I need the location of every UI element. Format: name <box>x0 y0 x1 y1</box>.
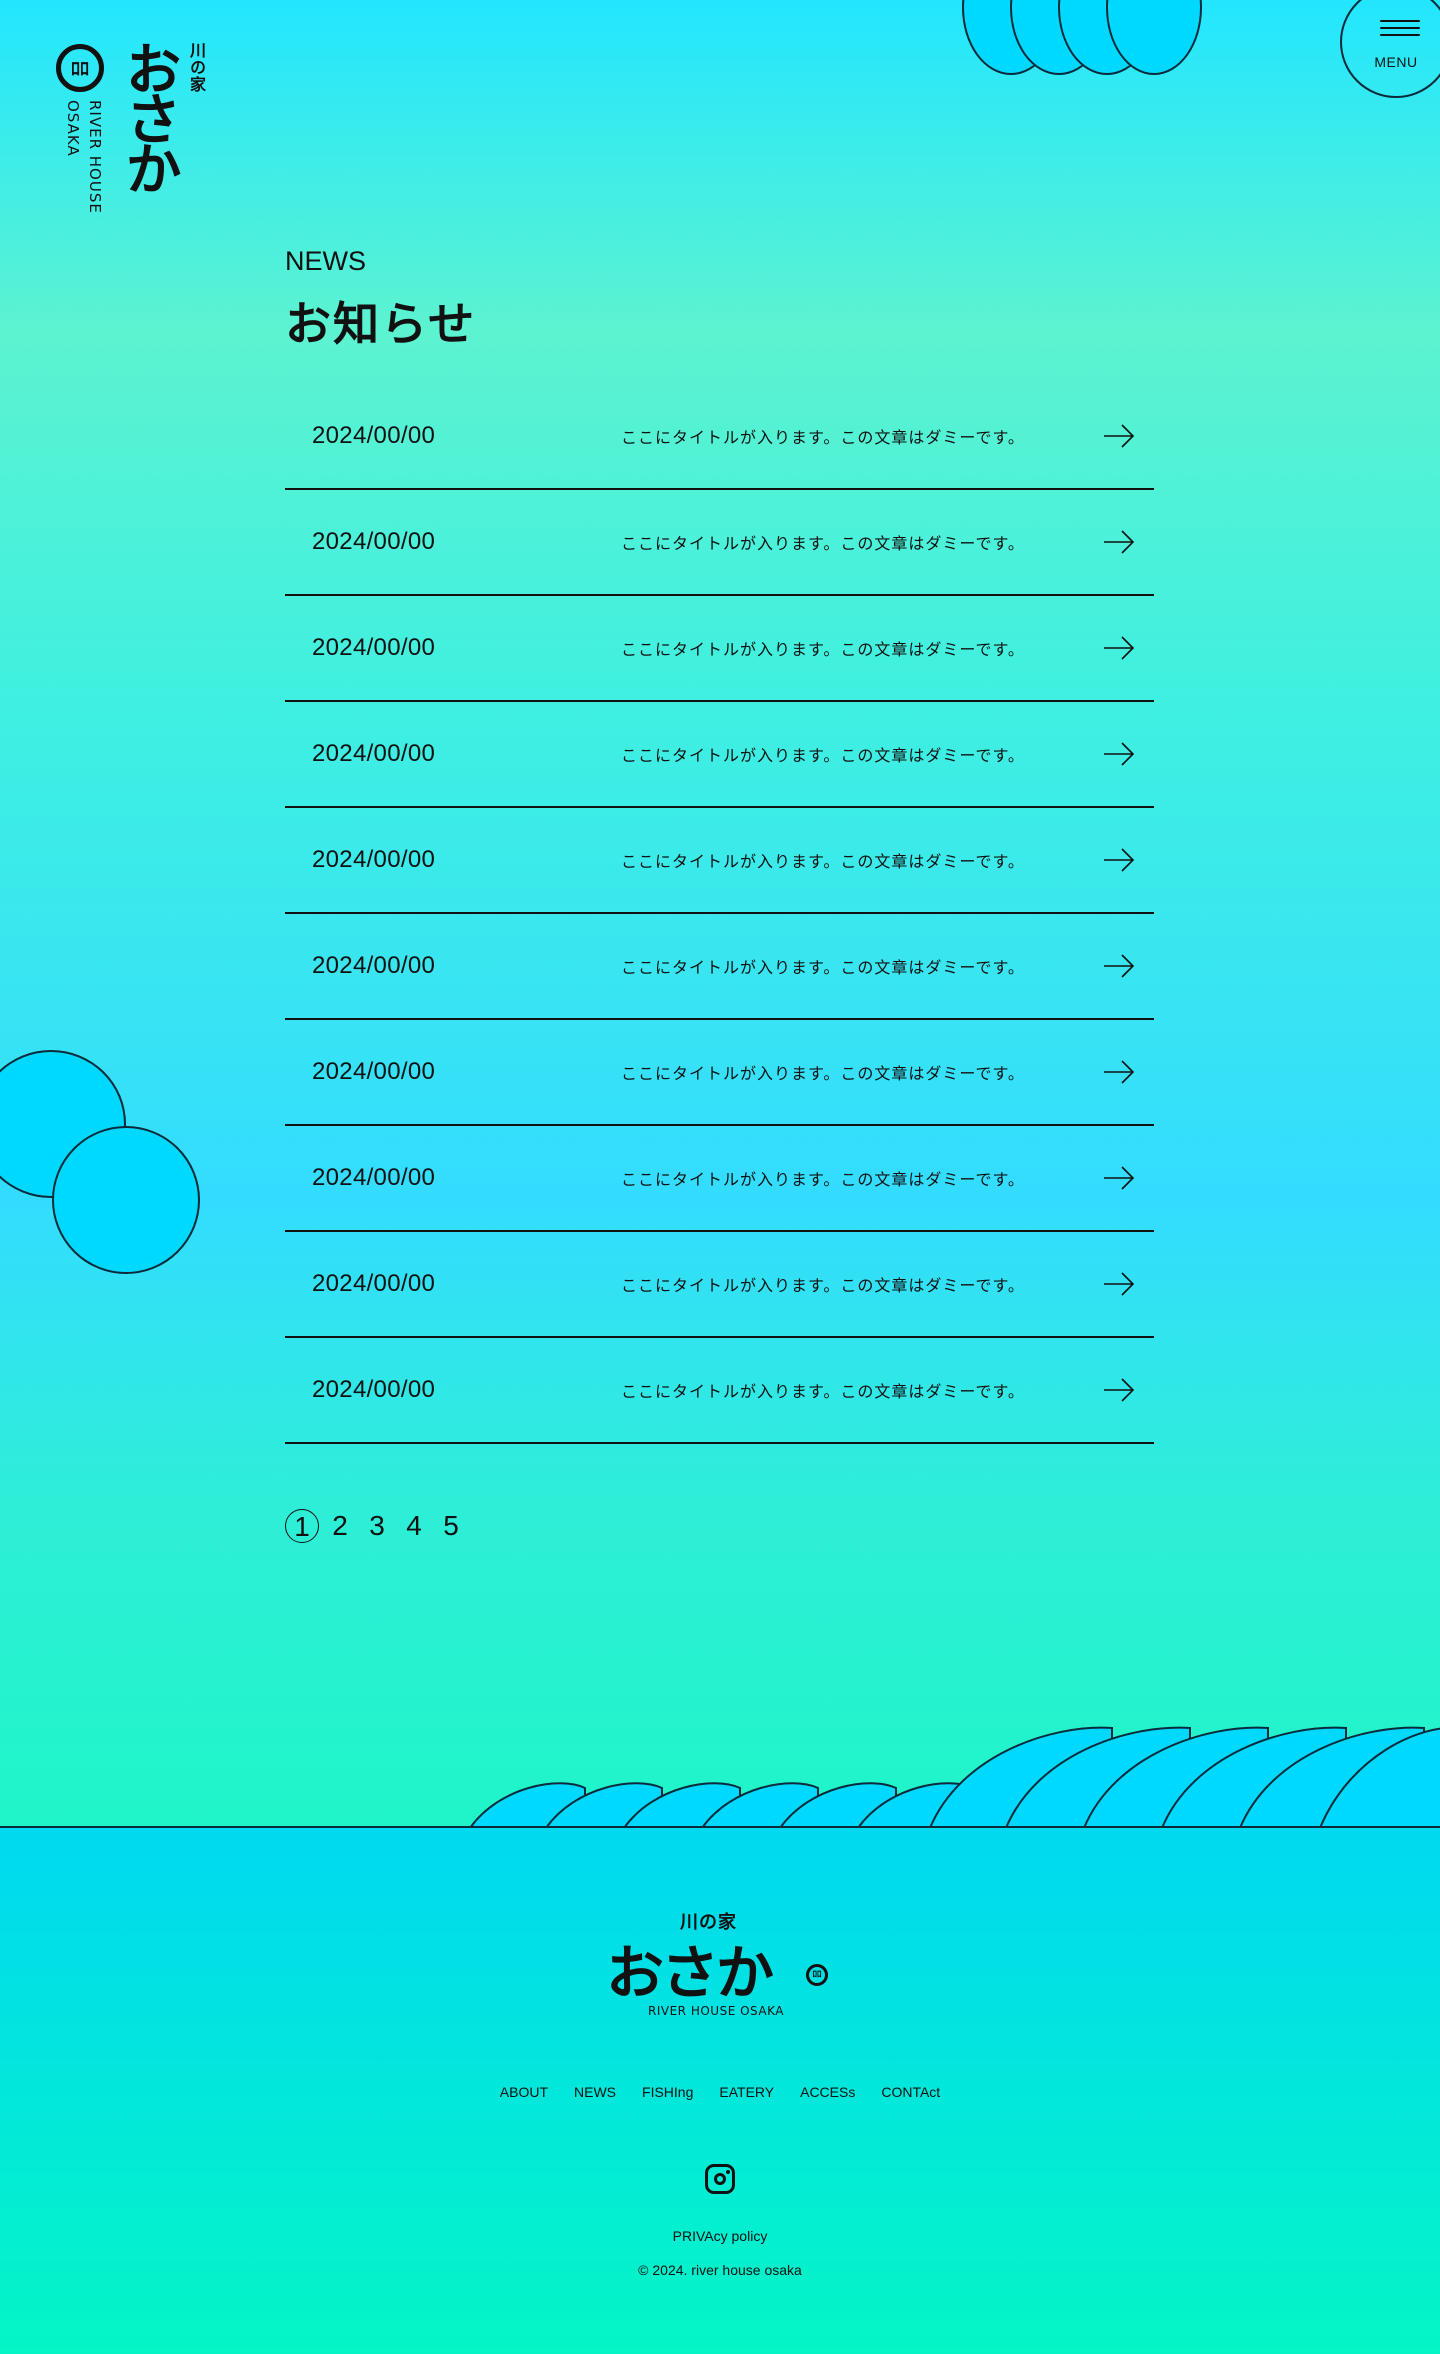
site-footer: 川の家 おさか ﾛﾛ RIVER HOUSE OSAKA ABOUT NEWS … <box>0 1826 1440 2354</box>
section-title-en: NEWS <box>285 246 366 276</box>
logo-kana: おさか <box>116 40 181 190</box>
news-item[interactable]: 2024/00/00 ここにタイトルが入ります。この文章はダミーです。 <box>285 384 1154 490</box>
page-link[interactable]: 4 <box>396 1508 432 1544</box>
decor-bubble <box>52 1126 200 1274</box>
privacy-policy-link[interactable]: PRIVAcy policy <box>0 2228 1440 2244</box>
menu-label: MENU <box>1374 54 1418 70</box>
news-list: 2024/00/00 ここにタイトルが入ります。この文章はダミーです。 2024… <box>285 384 1154 1444</box>
arrow-right-icon <box>1104 742 1135 766</box>
news-title: ここにタイトルが入ります。この文章はダミーです。 <box>621 428 1025 447</box>
footer-nav-news[interactable]: NEWS <box>574 2084 616 2100</box>
news-item[interactable]: 2024/00/00 ここにタイトルが入ります。この文章はダミーです。 <box>285 490 1154 596</box>
footer-nav: ABOUT NEWS FISHIng EATERY ACCESs CONTAct <box>0 2084 1440 2100</box>
page-link[interactable]: 5 <box>433 1508 469 1544</box>
news-item[interactable]: 2024/00/00 ここにタイトルが入ります。この文章はダミーです。 <box>285 1126 1154 1232</box>
page-link[interactable]: 2 <box>322 1508 358 1544</box>
footer-nav-access[interactable]: ACCESs <box>800 2084 855 2100</box>
news-date: 2024/00/00 <box>312 1164 436 1191</box>
news-title: ここにタイトルが入ります。この文章はダミーです。 <box>621 1170 1025 1189</box>
logo-english: RIVER HOUSE OSAKA <box>64 100 104 214</box>
arrow-right-icon <box>1104 1166 1135 1190</box>
page-link-current[interactable]: 1 <box>285 1509 319 1543</box>
menu-button[interactable]: MENU <box>1340 0 1440 98</box>
arrow-right-icon <box>1104 1272 1135 1296</box>
news-title: ここにタイトルが入ります。この文章はダミーです。 <box>621 1064 1025 1083</box>
arrow-right-icon <box>1104 530 1135 554</box>
news-title: ここにタイトルが入ります。この文章はダミーです。 <box>621 1382 1025 1401</box>
news-date: 2024/00/00 <box>312 1270 436 1297</box>
footer-nav-contact[interactable]: CONTAct <box>881 2084 940 2100</box>
arrow-right-icon <box>1104 1378 1135 1402</box>
page-link[interactable]: 3 <box>359 1508 395 1544</box>
hamburger-icon <box>1380 20 1420 41</box>
news-title: ここにタイトルが入ります。この文章はダミーです。 <box>621 958 1025 977</box>
news-title: ここにタイトルが入ります。この文章はダミーです。 <box>621 640 1025 659</box>
news-date: 2024/00/00 <box>312 528 436 555</box>
news-date: 2024/00/00 <box>312 1376 436 1403</box>
news-date: 2024/00/00 <box>312 846 436 873</box>
news-title: ここにタイトルが入ります。この文章はダミーです。 <box>621 746 1025 765</box>
news-title: ここにタイトルが入ります。この文章はダミーです。 <box>621 534 1025 553</box>
news-date: 2024/00/00 <box>312 1058 436 1085</box>
news-date: 2024/00/00 <box>312 422 436 449</box>
footer-nav-about[interactable]: ABOUT <box>500 2084 548 2100</box>
news-title: ここにタイトルが入ります。この文章はダミーです。 <box>621 1276 1025 1295</box>
footer-nav-eatery[interactable]: EATERY <box>719 2084 774 2100</box>
news-item[interactable]: 2024/00/00 ここにタイトルが入ります。この文章はダミーです。 <box>285 914 1154 1020</box>
news-item[interactable]: 2024/00/00 ここにタイトルが入ります。この文章はダミーです。 <box>285 1338 1154 1444</box>
copyright: © 2024. river house osaka <box>638 2262 802 2278</box>
news-item[interactable]: 2024/00/00 ここにタイトルが入ります。この文章はダミーです。 <box>285 1232 1154 1338</box>
logo-kana: おさか <box>606 1939 774 2007</box>
logo-kawanoie: 川の家 <box>187 42 206 93</box>
news-date: 2024/00/00 <box>312 634 436 661</box>
arrow-right-icon <box>1104 848 1135 872</box>
news-item[interactable]: 2024/00/00 ここにタイトルが入ります。この文章はダミーです。 <box>285 1020 1154 1126</box>
news-title: ここにタイトルが入ります。この文章はダミーです。 <box>621 852 1025 871</box>
site-logo[interactable]: ﾛﾛ RIVER HOUSE OSAKA おさか 川の家 <box>56 40 216 220</box>
news-item[interactable]: 2024/00/00 ここにタイトルが入ります。この文章はダミーです。 <box>285 808 1154 914</box>
logo-emblem-icon: ﾛﾛ <box>56 44 104 92</box>
arrow-right-icon <box>1104 636 1135 660</box>
logo-emblem-icon: ﾛﾛ <box>806 1964 828 1986</box>
arrow-right-icon <box>1104 424 1135 448</box>
news-date: 2024/00/00 <box>312 740 436 767</box>
footer-nav-fishing[interactable]: FISHIng <box>642 2084 693 2100</box>
footer-logo[interactable]: 川の家 おさか ﾛﾛ RIVER HOUSE OSAKA <box>606 1908 836 2028</box>
news-item[interactable]: 2024/00/00 ここにタイトルが入ります。この文章はダミーです。 <box>285 596 1154 702</box>
logo-english: RIVER HOUSE OSAKA <box>648 2004 784 2018</box>
news-date: 2024/00/00 <box>312 952 436 979</box>
instagram-icon[interactable] <box>705 2164 735 2194</box>
wave-decoration <box>0 1726 1440 1829</box>
page-title: お知らせ <box>285 297 477 351</box>
arrow-right-icon <box>1104 954 1135 978</box>
news-item[interactable]: 2024/00/00 ここにタイトルが入ります。この文章はダミーです。 <box>285 702 1154 808</box>
arrow-right-icon <box>1104 1060 1135 1084</box>
pagination: 1 2 3 4 5 <box>285 1508 470 1544</box>
